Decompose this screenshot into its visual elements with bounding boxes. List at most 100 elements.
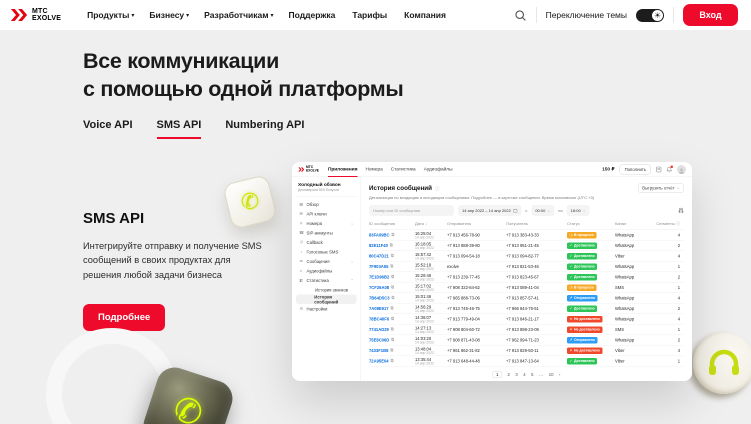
message-id-link[interactable]: 7CF26A08 ⧉ <box>369 285 415 290</box>
table-row[interactable]: 7741AD29 ⧉ 14:27:13 14 апр 2022 +7 908 804… <box>369 325 684 335</box>
segments-cell: 2 <box>677 274 680 280</box>
status-cell: ↗ Отправлено <box>567 294 615 302</box>
notification-dot <box>670 165 673 168</box>
copy-icon[interactable]: ⧉ <box>390 348 393 353</box>
sidebar-item[interactable]: ▦ Обзор <box>296 200 357 210</box>
bell-icon[interactable] <box>666 165 673 172</box>
message-id-link[interactable]: 7A08E917 ⧉ <box>369 306 415 311</box>
sidebar-item[interactable]: ☎ SIP-аккаунты <box>296 228 357 238</box>
table-row[interactable]: 7433F1B8 ⧉ 13:48:04 14 апр 2022 +7 961 862… <box>369 346 684 356</box>
table-row[interactable]: 7E1D96B2 ⧉ 15:28:46 14 апр 2022 +7 913 239… <box>369 272 684 283</box>
dashboard-nav-item[interactable]: Номера <box>365 162 382 177</box>
message-id-link[interactable]: 7E1D96B2 ⧉ <box>369 275 415 280</box>
document-icon[interactable] <box>656 166 662 173</box>
message-id-link[interactable]: 83FA09BC ⧉ <box>369 233 415 238</box>
copy-icon[interactable]: ⧉ <box>391 317 394 322</box>
sidebar-item[interactable]: ✉ Сообщения ⌄ <box>296 257 357 267</box>
date-cell: 15:28:46 14 апр 2022 <box>415 272 434 282</box>
sidebar-item[interactable]: История звонков <box>296 285 357 295</box>
sidebar-item[interactable]: ⌘ API ключи <box>296 209 357 219</box>
export-report-button[interactable]: Выгрузить отчёт ⌄ <box>637 183 684 193</box>
message-id-link[interactable]: 7741AD29 ⧉ <box>369 327 415 332</box>
recipient-cell: +7 913 829-50-11 <box>506 348 539 353</box>
table-row[interactable]: 82E11F40 ⧉ 16:18:05 14 апр 2022 +7 913 888… <box>369 241 684 251</box>
theme-label: Переключение темы <box>545 10 627 20</box>
sidebar-item[interactable]: ↺ Callback <box>296 238 357 248</box>
table-row[interactable]: 7CF26A08 ⧉ 15:17:02 14 апр 2022 +7 908 322… <box>369 283 684 293</box>
copy-icon[interactable]: ⧉ <box>391 275 394 280</box>
table-row[interactable]: 7A08E917 ⧉ 14:56:29 14 апр 2022 +7 913 745… <box>369 304 684 314</box>
copy-icon[interactable]: ⧉ <box>391 285 394 290</box>
copy-icon[interactable]: ⧉ <box>391 359 394 364</box>
sidebar-item[interactable]: ◧ Статистика ⌃ <box>296 276 357 286</box>
dashboard-nav-item[interactable]: Аудиофайлы <box>424 162 453 177</box>
avatar[interactable] <box>677 164 686 174</box>
table-row[interactable]: 75E8C06D ⧉ 14:03:20 14 апр 2022 +7 908 871… <box>369 335 684 346</box>
page-button[interactable]: 2 <box>507 372 509 377</box>
channel-cell: SMS <box>615 285 624 290</box>
filter-settings-icon[interactable] <box>678 207 684 214</box>
nav-item[interactable]: Компания <box>404 10 448 20</box>
search-icon[interactable] <box>514 9 527 22</box>
nav-item[interactable]: Разработчикам ▾ <box>204 10 273 20</box>
tab[interactable]: Voice API <box>83 119 133 139</box>
topup-button[interactable]: Пополнить <box>619 164 651 175</box>
dashboard-nav-item[interactable]: Статистика <box>391 162 416 177</box>
mts-exolve-logo[interactable]: МТС EXOLVE <box>10 8 61 23</box>
search-input[interactable] <box>369 205 454 216</box>
dashboard-logo[interactable]: МТС EXOLVE <box>298 165 319 173</box>
time-from-select[interactable]: 00:00 ⌄ <box>531 205 555 216</box>
page-button[interactable]: 3 <box>515 372 517 377</box>
message-id-link[interactable]: 7B64D5C3 ⧉ <box>369 296 415 301</box>
page-button[interactable]: 4 <box>523 372 525 377</box>
dashboard-nav-item[interactable]: Приложения <box>327 162 358 177</box>
date-cell: 14:56:29 14 апр 2022 <box>415 304 434 313</box>
nav-item[interactable]: Бизнесу ▾ <box>149 10 189 20</box>
copy-icon[interactable]: ⧉ <box>392 233 395 238</box>
copy-icon[interactable]: ⧉ <box>390 243 393 248</box>
copy-icon[interactable]: ⧉ <box>391 306 394 311</box>
nav-item[interactable]: Поддержка <box>289 10 338 20</box>
theme-toggle[interactable]: ☀ <box>636 8 664 22</box>
page-button[interactable]: 1 <box>492 371 502 378</box>
tab[interactable]: Numbering API <box>225 119 304 139</box>
sender-cell: +7 913 239-77-45 <box>447 274 480 280</box>
time-to-select[interactable]: 18:00 ⌄ <box>566 205 590 216</box>
sidebar-item[interactable]: # Номера ⌄ <box>296 219 357 229</box>
copy-icon[interactable]: ⧉ <box>391 338 394 343</box>
nav-item[interactable]: Тарифы <box>352 10 389 20</box>
sidebar-item[interactable]: ♪ Голосовые SMS <box>296 247 357 257</box>
message-id-link[interactable]: 82E11F40 ⧉ <box>369 243 415 248</box>
nav-item[interactable]: Продукты ▾ <box>87 10 134 20</box>
more-button[interactable]: Подробнее <box>83 304 166 332</box>
table-row[interactable]: 78BC40F6 ⧉ 14:36:07 14 апр 2022 +7 913 779… <box>369 314 684 325</box>
tab[interactable]: SMS API <box>156 119 201 139</box>
message-id-link[interactable]: 75E8C06D ⧉ <box>369 338 415 343</box>
segments-cell: 1 <box>677 285 680 290</box>
info-icon[interactable]: ⓘ <box>435 185 440 192</box>
page-button[interactable]: 5 <box>531 372 533 377</box>
page-button[interactable]: 10 <box>549 372 554 377</box>
sidebar-item[interactable]: История сообщений <box>296 294 357 304</box>
page-button[interactable]: › <box>559 372 560 377</box>
page-button[interactable]: … <box>539 372 543 377</box>
date-cell: 15:57:42 14 апр 2022 <box>415 251 434 261</box>
sidebar-item[interactable]: ♬ Аудиофайлы <box>296 266 357 276</box>
copy-icon[interactable]: ⧉ <box>392 296 395 301</box>
sidebar-item[interactable]: ⚙ Настройки <box>296 304 357 314</box>
table-row[interactable]: 80C47D21 ⧉ 15:57:42 14 апр 2022 +7 913 094… <box>369 251 684 262</box>
message-id-link[interactable]: 72A95E04 ⧉ <box>369 359 415 364</box>
login-button[interactable]: Вход <box>683 4 738 26</box>
copy-icon[interactable]: ⧉ <box>391 254 394 259</box>
table-row[interactable]: 7B64D5C3 ⧉ 15:01:46 14 апр 2022 +7 965 888… <box>369 293 684 304</box>
message-id-link[interactable]: 7F903A55 ⧉ <box>369 264 415 269</box>
table-row[interactable]: 72A95E04 ⧉ 13:35:44 14 апр 2022 +7 913 648… <box>369 356 684 367</box>
table-row[interactable]: 7F903A55 ⧉ 15:52:18 14 апр 2022 exolve +7 … <box>369 262 684 272</box>
message-id-link[interactable]: 80C47D21 ⧉ <box>369 254 415 259</box>
table-row[interactable]: 83FA09BC ⧉ 16:25:04 14 апр 2022 +7 913 456… <box>369 230 684 241</box>
message-id-link[interactable]: 7433F1B8 ⧉ <box>369 348 415 353</box>
copy-icon[interactable]: ⧉ <box>390 264 393 269</box>
message-id-link[interactable]: 78BC40F6 ⧉ <box>369 317 415 322</box>
copy-icon[interactable]: ⧉ <box>391 327 394 332</box>
date-range-picker[interactable]: 14 апр 2022 – 14 апр 2022 <box>458 205 522 216</box>
